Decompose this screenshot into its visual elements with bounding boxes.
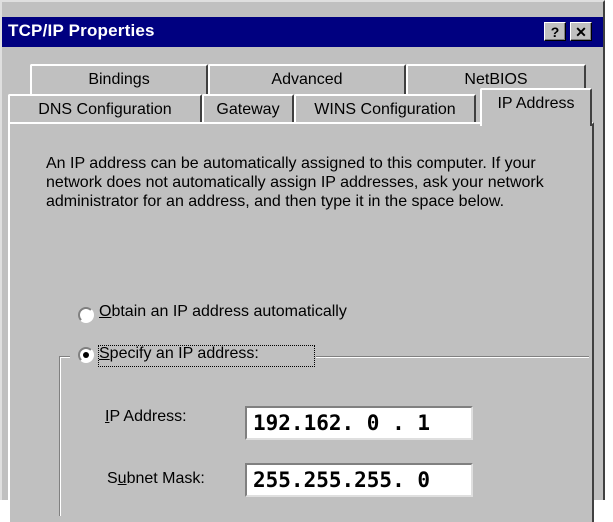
ip-address-label: IP Address:	[105, 408, 187, 425]
tab-wins-configuration[interactable]: WINS Configuration	[294, 94, 476, 124]
obtain-ip-text: btain an IP address automatically	[111, 303, 347, 320]
subnet-mask-label: Subnet Mask:	[107, 470, 205, 487]
obtain-ip-label[interactable]: Obtain an IP address automatically	[99, 303, 347, 321]
obtain-ip-radio[interactable]	[78, 307, 94, 323]
radio-selected-dot	[83, 352, 89, 358]
tab-gateway[interactable]: Gateway	[202, 94, 294, 124]
tcpip-properties-dialog: TCP/IP Properties ? ✕ Bindings Advanced …	[0, 0, 605, 522]
tab-dns-configuration[interactable]: DNS Configuration	[8, 94, 202, 124]
ip-address-input[interactable]: 192.162. 0 . 1	[245, 406, 473, 440]
tab-advanced[interactable]: Advanced	[208, 64, 406, 94]
subnet-mask-mnemonic: u	[117, 470, 127, 487]
obtain-ip-mnemonic: O	[99, 303, 112, 320]
specify-ip-mnemonic: S	[99, 345, 110, 362]
description-text: An IP address can be automatically assig…	[46, 155, 544, 210]
specify-ip-radio[interactable]	[78, 347, 94, 363]
close-button[interactable]: ✕	[570, 22, 592, 41]
window-title: TCP/IP Properties	[8, 21, 155, 40]
tab-ip-address[interactable]: IP Address	[480, 88, 592, 126]
help-button[interactable]: ?	[544, 22, 566, 41]
specify-ip-label[interactable]: Specify an IP address:	[99, 345, 259, 363]
tab-bindings[interactable]: Bindings	[30, 64, 208, 94]
specify-ip-text: pecify an IP address:	[109, 345, 259, 362]
title-bar[interactable]: TCP/IP Properties ? ✕	[2, 17, 603, 47]
subnet-mask-input[interactable]: 255.255.255. 0	[245, 463, 473, 497]
